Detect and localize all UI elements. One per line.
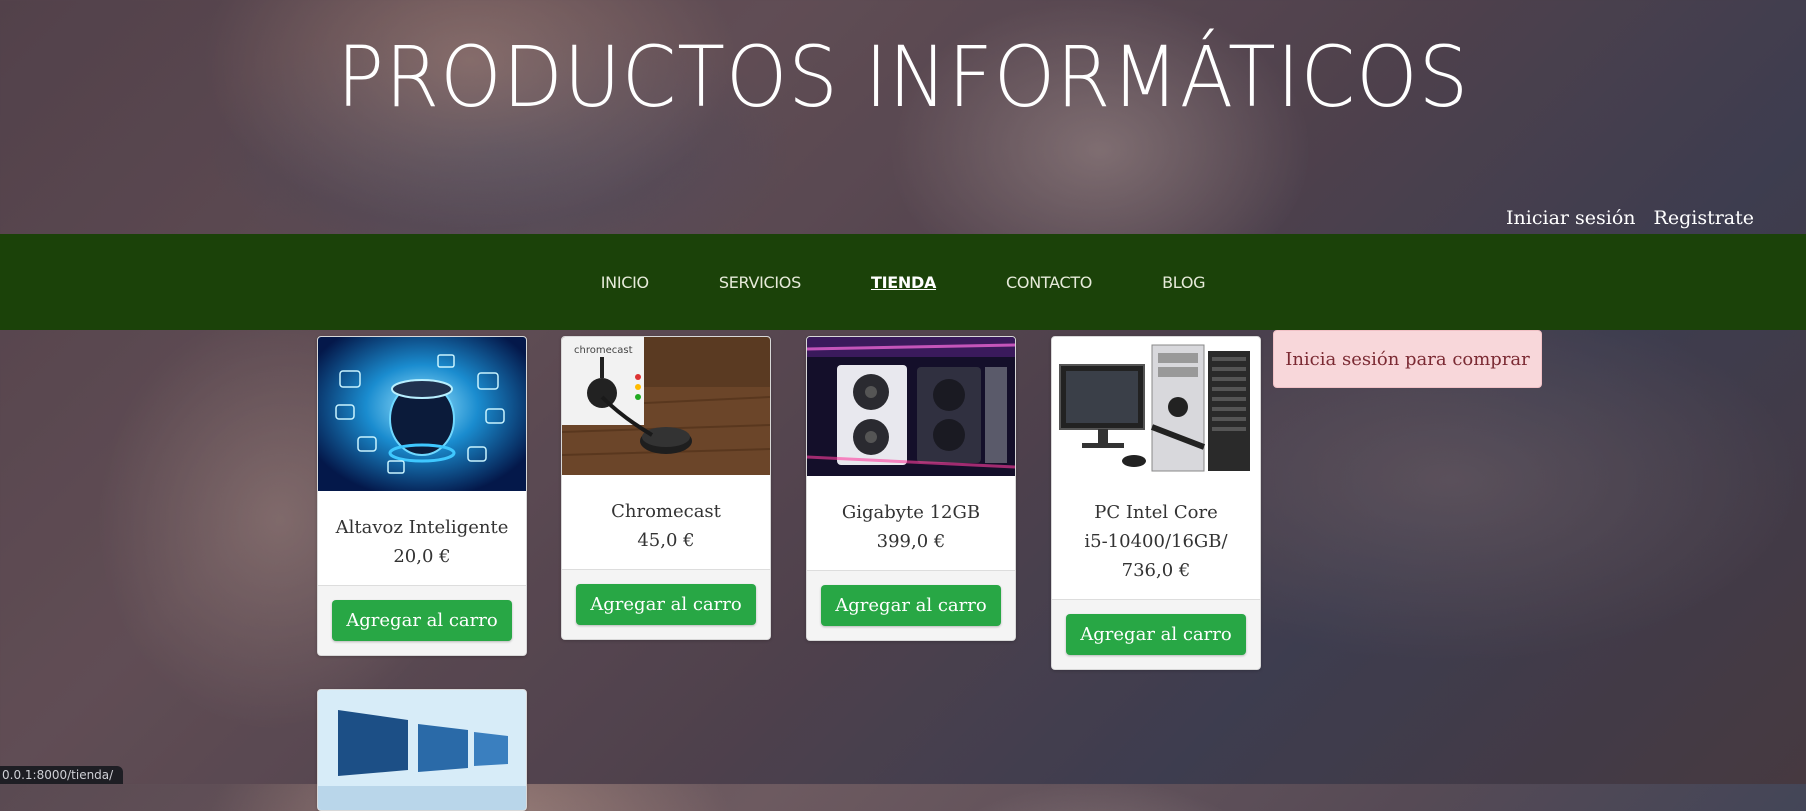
graphics-card-image <box>807 337 1015 476</box>
add-to-cart-button[interactable]: Agregar al carro <box>576 584 756 625</box>
box-label: chromecast <box>574 345 633 356</box>
desktop-pc-image <box>1052 337 1260 476</box>
product-price: 20,0 € <box>393 546 451 567</box>
nav-item-contacto[interactable]: CONTACTO <box>1006 273 1092 292</box>
nav-item-servicios[interactable]: SERVICIOS <box>719 273 801 292</box>
add-to-cart-button[interactable]: Agregar al carro <box>821 585 1001 626</box>
product-card: PC Intel Core i5-10400/16GB/ 736,0 € Agr… <box>1051 336 1261 670</box>
product-price: 736,0 € <box>1121 560 1191 581</box>
product-price: 45,0 € <box>637 530 695 551</box>
login-link[interactable]: Iniciar sesión <box>1506 207 1635 229</box>
status-bar-url: 0.0.1:8000/tienda/ <box>0 766 124 784</box>
nav-item-blog[interactable]: BLOG <box>1162 273 1205 292</box>
nav-item-tienda[interactable]: TIENDA <box>871 273 936 292</box>
main-nav: INICIO SERVICIOS TIENDA CONTACTO BLOG <box>0 234 1806 330</box>
login-to-buy-alert: Inicia sesión para comprar <box>1273 330 1542 388</box>
add-to-cart-button[interactable]: Agregar al carro <box>332 600 512 641</box>
product-card: Altavoz Inteligente 20,0 € Agregar al ca… <box>317 336 527 656</box>
product-price: 399,0 € <box>876 531 946 552</box>
register-link[interactable]: Registrate <box>1654 207 1754 229</box>
product-name: Chromecast <box>611 501 721 522</box>
nav-item-inicio[interactable]: INICIO <box>601 273 649 292</box>
page-title: PRODUCTOS INFORMÁTICOS <box>336 28 1470 126</box>
add-to-cart-button[interactable]: Agregar al carro <box>1066 614 1246 655</box>
auth-links: Iniciar sesión Registrate <box>1506 207 1754 229</box>
monitors-image <box>318 690 526 810</box>
product-card <box>317 689 527 811</box>
product-card: Gigabyte 12GB 399,0 € Agregar al carro <box>806 336 1016 641</box>
product-card: chromecast Chromecast 45,0 € Agregar al … <box>561 336 771 640</box>
product-name: Altavoz Inteligente <box>335 517 509 538</box>
product-name: Gigabyte 12GB <box>841 502 981 523</box>
product-name: PC Intel Core i5-10400/16GB/ <box>1084 502 1228 552</box>
smart-speaker-image <box>318 337 526 491</box>
chromecast-image: chromecast <box>562 337 770 475</box>
